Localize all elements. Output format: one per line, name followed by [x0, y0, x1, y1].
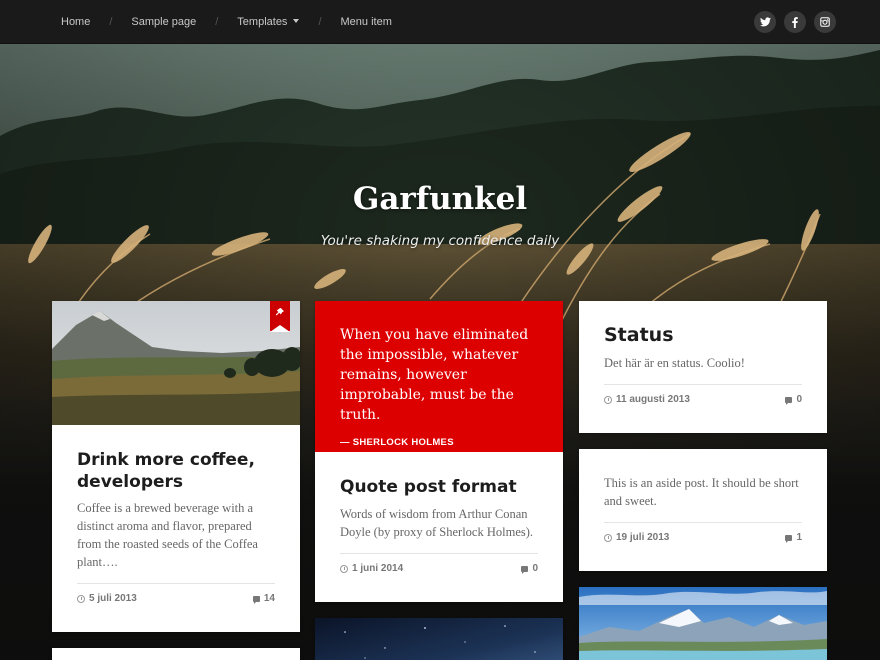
site-description: You're shaking my confidence daily: [320, 233, 560, 249]
nav-separator: /: [109, 16, 113, 28]
top-navigation-bar: Home / Sample page / Templates / Menu it…: [0, 0, 880, 44]
post-meta: 5 juli 2013 14: [77, 583, 275, 613]
post-comments[interactable]: 1: [785, 532, 802, 543]
clock-icon: [604, 533, 612, 542]
primary-menu: Home / Sample page / Templates / Menu it…: [61, 0, 392, 44]
comment-icon: [252, 595, 260, 604]
post-comments[interactable]: 0: [785, 394, 802, 405]
comment-count: 0: [532, 563, 538, 574]
post-meta: 19 juli 2013 1: [604, 522, 802, 552]
pin-icon: [276, 308, 284, 316]
instagram-icon[interactable]: [814, 11, 836, 33]
comment-count: 0: [796, 394, 802, 405]
post-card-partial[interactable]: [315, 618, 563, 660]
post-thumbnail-snowy-mountains[interactable]: [579, 587, 827, 660]
comment-count: 14: [263, 593, 275, 604]
site-title[interactable]: Garfunkel: [0, 181, 880, 217]
twitter-icon[interactable]: [754, 11, 776, 33]
post-card-aside[interactable]: This is an aside post. It should be shor…: [579, 449, 827, 571]
post-title[interactable]: Quote post format: [340, 476, 540, 498]
quote-block: When you have eliminated the impossible,…: [315, 301, 563, 452]
comment-icon: [785, 396, 793, 405]
clock-icon: [77, 594, 85, 603]
facebook-icon[interactable]: [784, 11, 806, 33]
nav-item-templates[interactable]: Templates: [237, 16, 300, 28]
post-title[interactable]: Drink more coffee, developers: [77, 449, 277, 493]
post-date-text: 1 juni 2014: [352, 563, 404, 574]
post-excerpt: Coffee is a brewed beverage with a disti…: [77, 501, 258, 569]
post-date-text: 19 juli 2013: [616, 532, 670, 543]
quote-text: When you have eliminated the impossible,…: [340, 327, 529, 423]
nav-item-home[interactable]: Home: [61, 16, 90, 28]
comment-count: 1: [796, 532, 802, 543]
quote-citation: — SHERLOCK HOLMES: [340, 437, 454, 448]
post-excerpt: Det här är en status. Coolio!: [604, 356, 745, 370]
post-card-partial[interactable]: [52, 648, 300, 660]
social-links: [754, 11, 836, 33]
post-comments[interactable]: 14: [252, 593, 275, 604]
nav-item-sample-page[interactable]: Sample page: [131, 16, 196, 28]
clock-icon: [340, 564, 348, 573]
nav-item-menu-item[interactable]: Menu item: [341, 16, 392, 28]
post-excerpt: This is an aside post. It should be shor…: [604, 476, 799, 508]
post-card-status[interactable]: Status Det här är en status. Coolio! 11 …: [579, 301, 827, 433]
post-card-partial[interactable]: [579, 587, 827, 660]
post-date[interactable]: 11 augusti 2013: [604, 394, 690, 405]
post-date[interactable]: 19 juli 2013: [604, 532, 669, 543]
nav-item-templates-label: Templates: [237, 16, 288, 28]
clock-icon: [604, 395, 612, 404]
comment-icon: [785, 534, 793, 543]
post-card-quote[interactable]: When you have eliminated the impossible,…: [315, 301, 563, 602]
post-date-text: 5 juli 2013: [89, 593, 137, 604]
post-thumbnail-night-sky[interactable]: [315, 618, 563, 660]
post-excerpt: Words of wisdom from Arthur Conan Doyle …: [340, 507, 534, 539]
post-date-text: 11 augusti 2013: [616, 394, 690, 405]
post-thumbnail-mountain[interactable]: [52, 301, 300, 425]
post-date[interactable]: 1 juni 2014: [340, 563, 403, 574]
nav-separator: /: [215, 16, 219, 28]
post-title[interactable]: Status: [604, 324, 674, 346]
post-date[interactable]: 5 juli 2013: [77, 593, 137, 604]
nav-separator: /: [318, 16, 322, 28]
sticky-post-badge: [270, 301, 290, 332]
post-card-coffee[interactable]: Drink more coffee, developers Coffee is …: [52, 301, 300, 632]
post-meta: 1 juni 2014 0: [340, 553, 538, 583]
post-meta: 11 augusti 2013 0: [604, 384, 802, 414]
post-comments[interactable]: 0: [521, 563, 538, 574]
comment-icon: [521, 565, 529, 574]
chevron-down-icon: [293, 19, 300, 23]
